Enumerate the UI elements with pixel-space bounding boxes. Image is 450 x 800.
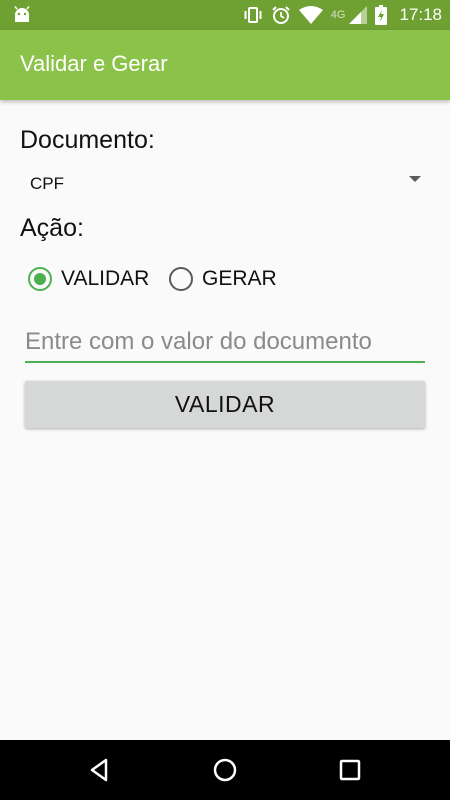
clock: 17:18 xyxy=(399,5,442,24)
action-label: Ação: xyxy=(20,214,84,242)
document-spinner[interactable]: CPF xyxy=(20,164,430,202)
alarm-icon xyxy=(272,6,290,24)
network-type-label: 4G xyxy=(330,9,346,21)
home-icon[interactable] xyxy=(212,757,238,783)
app-bar: Validar e Gerar xyxy=(0,30,450,100)
wifi-icon xyxy=(298,6,323,24)
signal-icon xyxy=(349,6,368,24)
radio-gerar[interactable]: GERAR xyxy=(169,264,277,294)
radio-gerar-label: GERAR xyxy=(202,267,277,290)
validar-button[interactable]: VALIDAR xyxy=(25,381,425,428)
back-icon[interactable] xyxy=(87,757,113,783)
radio-validar[interactable]: VALIDAR xyxy=(28,264,149,294)
vibrate-icon xyxy=(244,7,262,23)
document-selected-value: CPF xyxy=(30,174,64,193)
app-title: Validar e Gerar xyxy=(20,51,168,76)
android-icon xyxy=(14,6,30,22)
battery-charging-icon xyxy=(375,5,388,25)
navigation-bar xyxy=(0,740,450,800)
radio-checked-icon xyxy=(28,267,52,291)
document-label: Documento: xyxy=(20,126,155,154)
document-value-input[interactable] xyxy=(25,323,425,363)
status-bar: 4G 17:18 xyxy=(0,0,450,30)
recents-icon[interactable] xyxy=(337,757,363,783)
radio-validar-label: VALIDAR xyxy=(61,267,150,290)
radio-unchecked-icon xyxy=(169,267,193,291)
dropdown-arrow-icon xyxy=(409,176,421,182)
